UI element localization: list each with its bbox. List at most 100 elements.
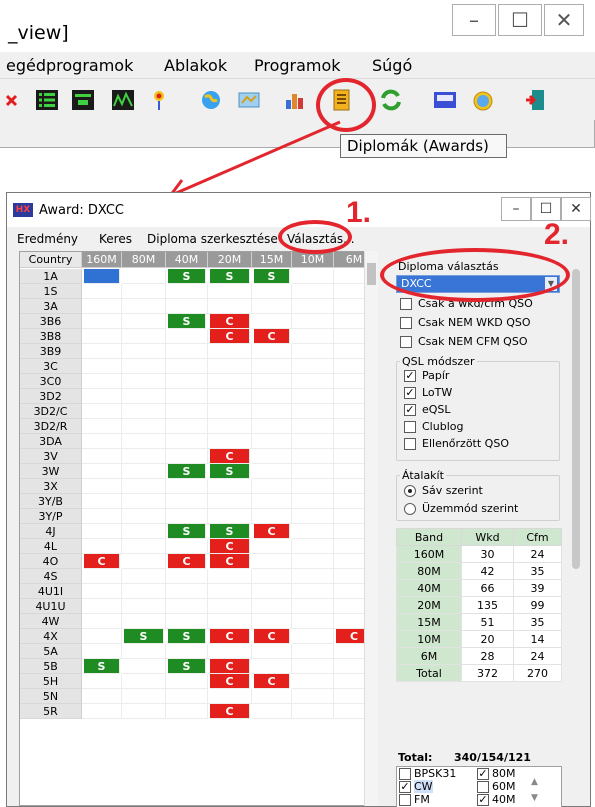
status-cell[interactable]: [252, 419, 292, 434]
status-cell[interactable]: [292, 494, 334, 509]
status-cell[interactable]: [292, 344, 334, 359]
status-cell[interactable]: [122, 449, 166, 464]
status-cell[interactable]: [166, 344, 208, 359]
table-row[interactable]: 4U1U: [20, 599, 375, 614]
right-panel-scrollbar[interactable]: [569, 251, 583, 806]
status-cell[interactable]: [208, 644, 252, 659]
statistics-icon[interactable]: [282, 88, 308, 112]
status-cell[interactable]: [252, 359, 292, 374]
status-cell[interactable]: C: [254, 524, 290, 539]
red-x-icon[interactable]: [6, 88, 18, 112]
status-cell[interactable]: [252, 599, 292, 614]
status-cell[interactable]: [122, 674, 166, 689]
band-map-icon[interactable]: [70, 88, 96, 112]
table-row[interactable]: 3D2/C: [20, 404, 375, 419]
status-cell[interactable]: [166, 284, 208, 299]
status-cell[interactable]: [82, 374, 122, 389]
grid-header-band[interactable]: 15M: [252, 252, 292, 268]
status-cell[interactable]: [166, 479, 208, 494]
status-cell[interactable]: [208, 599, 252, 614]
status-cell[interactable]: [208, 284, 252, 299]
status-cell[interactable]: [166, 299, 208, 314]
status-cell[interactable]: [122, 464, 166, 479]
table-row[interactable]: 3Y/B: [20, 494, 375, 509]
status-cell[interactable]: [208, 344, 252, 359]
antenna-icon[interactable]: [146, 88, 172, 112]
table-row[interactable]: 80M 42 35: [396, 562, 563, 580]
status-cell[interactable]: C: [84, 554, 120, 569]
status-cell[interactable]: [82, 284, 122, 299]
status-cell[interactable]: [166, 404, 208, 419]
status-cell[interactable]: C: [210, 449, 250, 464]
table-row[interactable]: 3B8 C C: [20, 329, 375, 344]
status-cell[interactable]: S: [210, 464, 250, 479]
status-cell[interactable]: [252, 434, 292, 449]
table-row[interactable]: Total 372 270: [396, 664, 563, 682]
qsl-verified-checkbox[interactable]: [404, 438, 416, 450]
status-cell[interactable]: [82, 434, 122, 449]
status-cell[interactable]: C: [210, 659, 250, 674]
table-row[interactable]: 3A: [20, 299, 375, 314]
status-cell[interactable]: [292, 419, 334, 434]
status-cell[interactable]: [122, 704, 166, 719]
status-cell[interactable]: S: [124, 629, 164, 644]
status-cell[interactable]: [208, 359, 252, 374]
status-cell[interactable]: C: [254, 329, 290, 344]
status-cell[interactable]: S: [210, 269, 250, 284]
filter-not-cfm-checkbox[interactable]: [400, 336, 412, 348]
table-row[interactable]: 1S: [20, 284, 375, 299]
status-cell[interactable]: [252, 494, 292, 509]
status-cell[interactable]: [292, 389, 334, 404]
status-cell[interactable]: [208, 509, 252, 524]
scope-icon[interactable]: [110, 88, 136, 112]
status-cell[interactable]: C: [254, 629, 290, 644]
status-cell[interactable]: [208, 479, 252, 494]
grid-header-country[interactable]: Country: [20, 252, 82, 268]
exit-door-icon[interactable]: [524, 88, 550, 112]
status-cell[interactable]: [122, 479, 166, 494]
status-cell[interactable]: [166, 674, 208, 689]
status-cell[interactable]: [252, 509, 292, 524]
status-cell[interactable]: C: [254, 674, 290, 689]
status-cell[interactable]: S: [168, 629, 206, 644]
map-icon[interactable]: [236, 88, 262, 112]
table-row[interactable]: 3C0: [20, 374, 375, 389]
table-row[interactable]: 6M 28 24: [396, 647, 563, 665]
band-80m-checkbox[interactable]: ✓: [477, 768, 489, 780]
table-row[interactable]: 3V C: [20, 449, 375, 464]
clock-icon[interactable]: [470, 88, 496, 112]
band-table-column-header[interactable]: Wkd: [460, 528, 514, 546]
status-cell[interactable]: C: [210, 629, 250, 644]
status-cell[interactable]: [122, 644, 166, 659]
status-cell[interactable]: [292, 644, 334, 659]
table-row[interactable]: 5A: [20, 644, 375, 659]
status-cell[interactable]: [292, 509, 334, 524]
status-cell[interactable]: [252, 704, 292, 719]
menu-sugo[interactable]: Súgó: [372, 56, 412, 75]
convert-by-band-radio[interactable]: [404, 485, 416, 497]
qsl-lotw-checkbox[interactable]: ✓: [404, 387, 416, 399]
status-cell[interactable]: [166, 389, 208, 404]
status-cell[interactable]: [82, 569, 122, 584]
table-row[interactable]: 5N: [20, 689, 375, 704]
status-cell[interactable]: [252, 344, 292, 359]
status-cell[interactable]: [292, 374, 334, 389]
status-cell[interactable]: [166, 644, 208, 659]
mode-band-list[interactable]: BPSK31 ✓ CW FM ✓ 80M 60M ✓ 40M ▲ ▼: [396, 766, 562, 807]
status-cell[interactable]: [82, 674, 122, 689]
main-minimize-button[interactable]: –: [452, 4, 496, 36]
status-cell[interactable]: [208, 584, 252, 599]
status-cell[interactable]: [166, 374, 208, 389]
status-cell[interactable]: [252, 614, 292, 629]
grid-scrollbar[interactable]: [364, 251, 378, 806]
menu-diploma-szerkesztese[interactable]: Diploma szerkesztése: [147, 232, 278, 246]
menu-keres[interactable]: Keres: [99, 232, 132, 246]
status-cell[interactable]: C: [210, 704, 250, 719]
status-cell[interactable]: [252, 299, 292, 314]
status-cell[interactable]: [252, 644, 292, 659]
status-cell[interactable]: [252, 539, 292, 554]
mode-bpsk31-checkbox[interactable]: [399, 768, 411, 780]
table-row[interactable]: 3X: [20, 479, 375, 494]
table-row[interactable]: 4S: [20, 569, 375, 584]
table-row[interactable]: 3DA: [20, 434, 375, 449]
